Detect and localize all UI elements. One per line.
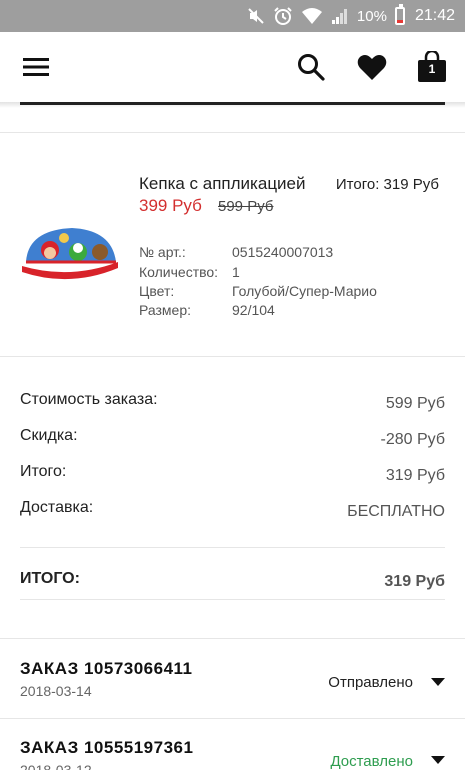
search-icon[interactable] bbox=[294, 32, 328, 102]
section-divider bbox=[0, 638, 465, 639]
summary-value-discount: -280 Руб bbox=[380, 431, 445, 448]
wishlist-heart-icon[interactable] bbox=[354, 32, 390, 102]
summary-label-delivery: Доставка: bbox=[20, 499, 94, 516]
cart-count-badge: 1 bbox=[428, 62, 436, 76]
order-status: Отправлено bbox=[328, 674, 413, 691]
mute-icon bbox=[248, 8, 264, 24]
grand-total-label: ИТОГО: bbox=[20, 570, 80, 587]
order-number: ЗАКАЗ 10573066411 bbox=[20, 659, 193, 678]
summary-value-delivery: БЕСПЛАТНО bbox=[347, 503, 445, 520]
spec-value-article: 0515240007013 bbox=[232, 244, 334, 260]
battery-icon bbox=[394, 4, 405, 25]
summary-value-subtotal: 319 Руб bbox=[385, 467, 445, 484]
status-icons: 10% 21:42 bbox=[247, 0, 455, 32]
app-bar: 1 bbox=[0, 32, 465, 102]
spec-label-color: Цвет: bbox=[139, 283, 175, 299]
menu-icon[interactable] bbox=[20, 32, 52, 102]
order-date: 2018-03-12 bbox=[20, 762, 92, 770]
status-bar: 10% 21:42 bbox=[0, 0, 465, 32]
chevron-down-icon[interactable] bbox=[431, 678, 445, 686]
header-underline bbox=[20, 102, 445, 105]
signal-icon bbox=[331, 9, 347, 24]
spec-label-quantity: Количество: bbox=[139, 264, 219, 280]
product-image-cap[interactable] bbox=[20, 222, 120, 294]
battery-percent: 10% bbox=[356, 7, 387, 25]
summary-divider bbox=[20, 547, 445, 548]
product-total: Итого: 319 Руб bbox=[335, 176, 439, 193]
summary-divider bbox=[20, 599, 445, 600]
chevron-down-icon[interactable] bbox=[431, 756, 445, 764]
cart-bag-icon[interactable]: 1 bbox=[414, 32, 450, 102]
product-name[interactable]: Кепка с аппликацией bbox=[139, 174, 306, 194]
summary-label-order-cost: Стоимость заказа: bbox=[20, 391, 158, 408]
alarm-icon bbox=[274, 7, 292, 25]
order-number: ЗАКАЗ 10555197361 bbox=[20, 738, 194, 757]
summary-value-order-cost: 599 Руб bbox=[385, 395, 445, 412]
spec-label-size: Размер: bbox=[139, 302, 192, 318]
price-old: 599 Руб bbox=[218, 198, 274, 215]
spec-value-quantity: 1 bbox=[232, 264, 240, 280]
order-status: Доставлено bbox=[330, 753, 413, 770]
price-current: 399 Руб bbox=[139, 196, 202, 215]
spec-value-size: 92/104 bbox=[232, 302, 275, 318]
section-divider bbox=[0, 132, 465, 133]
spec-label-article: № арт.: bbox=[139, 244, 186, 260]
wifi-icon bbox=[301, 8, 322, 24]
grand-total-value: 319 Руб bbox=[384, 573, 445, 590]
clock: 21:42 bbox=[414, 7, 455, 24]
summary-label-subtotal: Итого: bbox=[20, 463, 67, 480]
section-divider bbox=[0, 356, 465, 357]
section-divider bbox=[0, 718, 465, 719]
order-date: 2018-03-14 bbox=[20, 683, 92, 699]
spec-value-color: Голубой/Супер-Марио bbox=[232, 283, 377, 299]
summary-label-discount: Скидка: bbox=[20, 427, 78, 444]
